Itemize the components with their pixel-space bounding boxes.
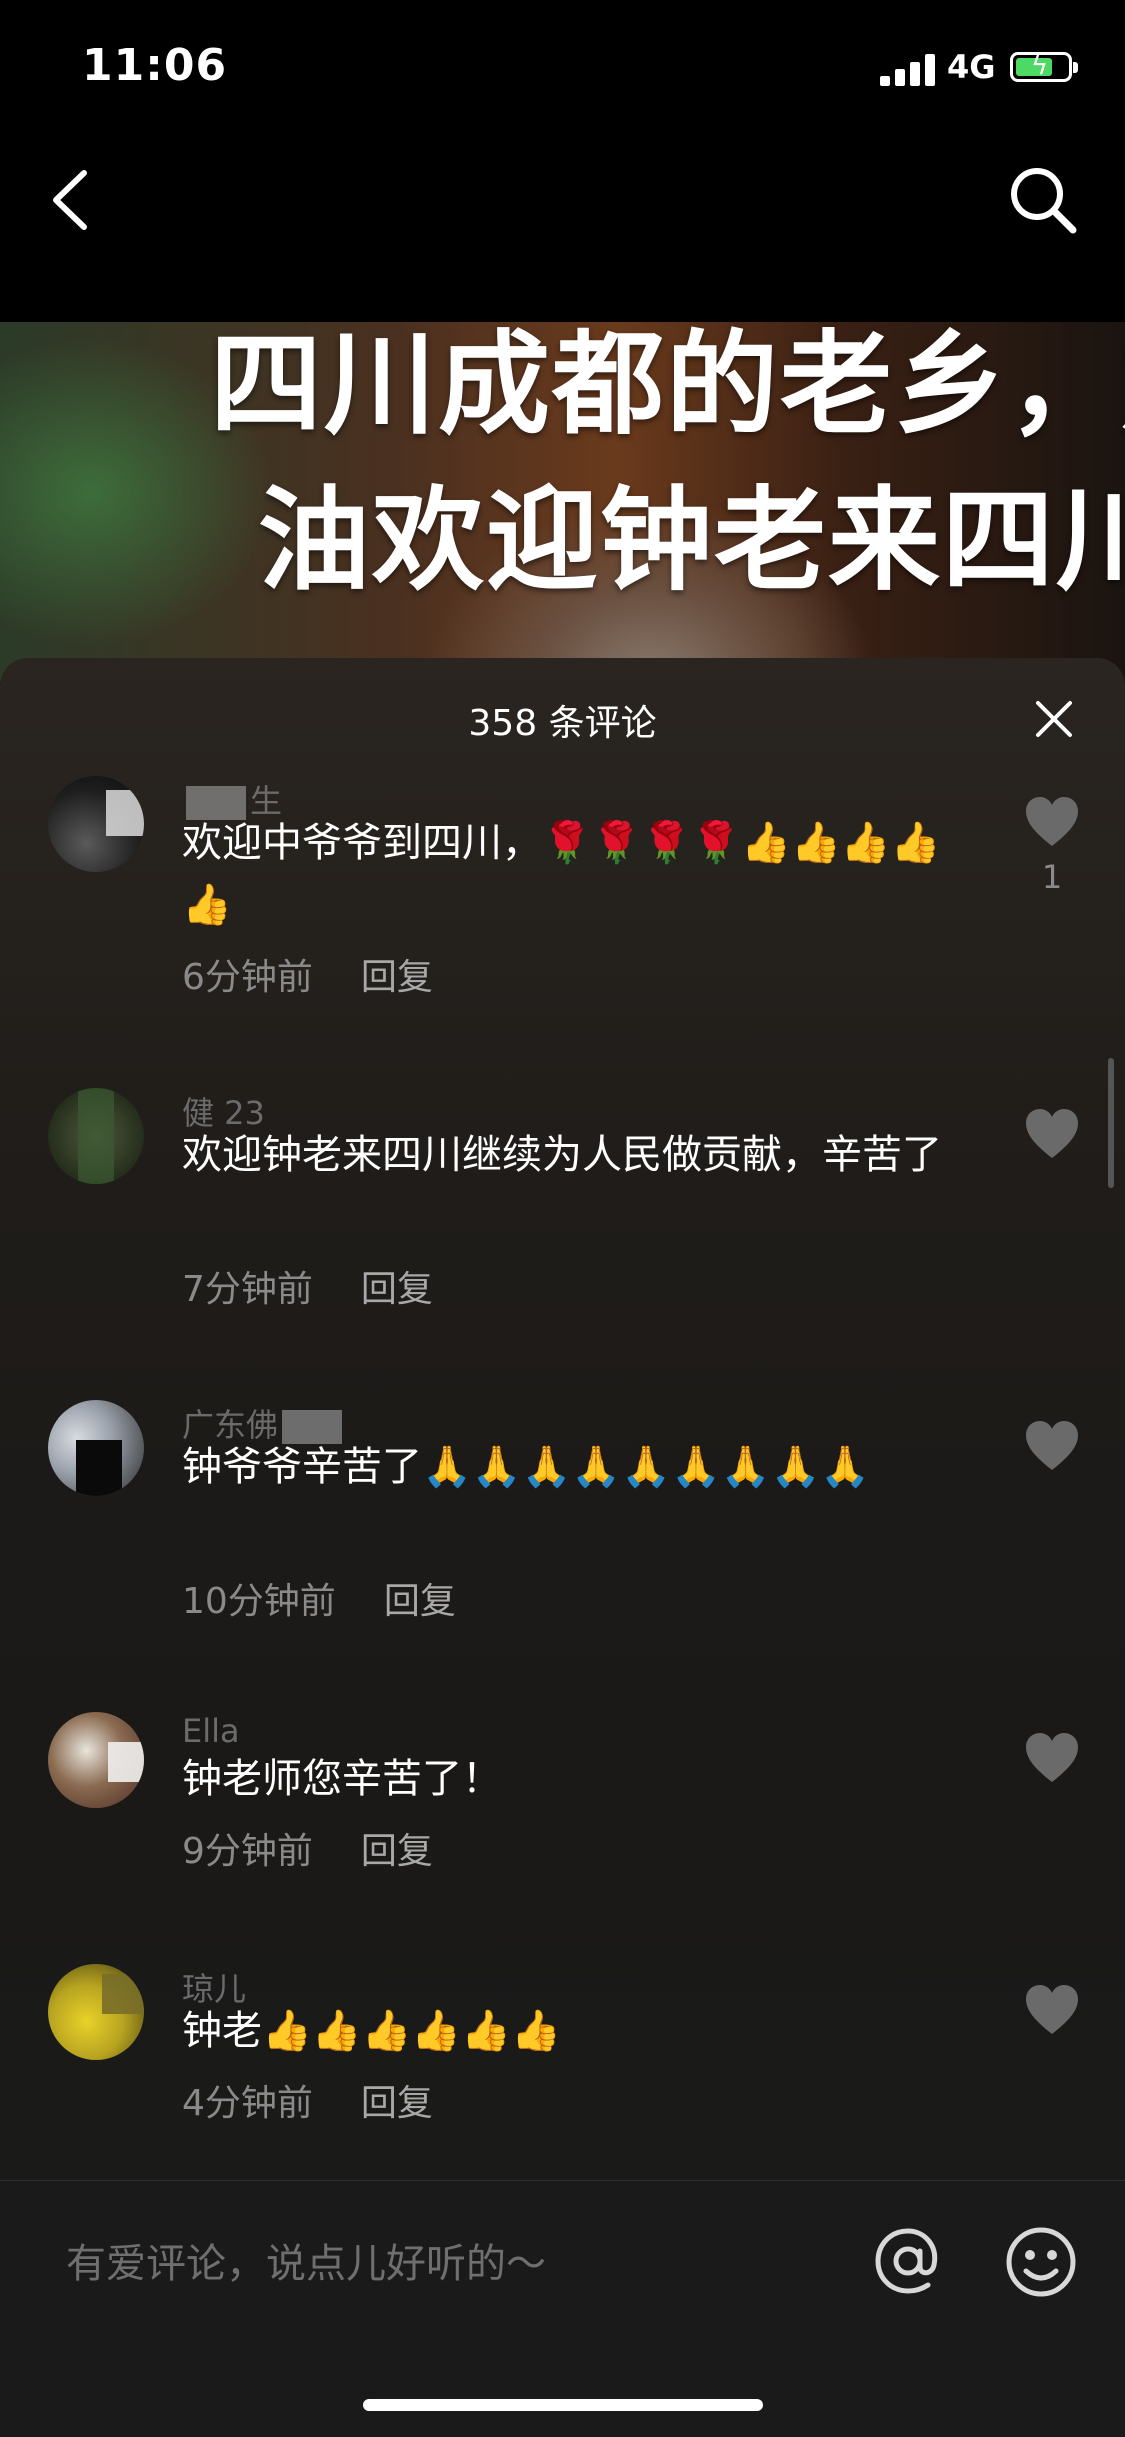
reply-button[interactable]: 回复 — [361, 2083, 433, 2124]
emoji-button[interactable] — [1004, 2225, 1078, 2299]
signal-icon — [880, 54, 936, 86]
comment-meta: 6分钟前 回复 — [182, 948, 433, 1000]
at-mention-button[interactable] — [872, 2225, 944, 2297]
heart-icon[interactable] — [1024, 1420, 1080, 1472]
network-type: 4G — [947, 48, 996, 86]
video-caption-line-1: 四川成都的老乡，加 — [210, 322, 1125, 450]
comment-item[interactable]: Ella 钟老师您辛苦了！ 9分钟前 回复 — [0, 1712, 1125, 1902]
comment-text: 钟老师您辛苦了！ — [182, 1756, 502, 1802]
comments-count-title: 358 条评论 — [468, 703, 657, 744]
avatar[interactable] — [48, 1712, 144, 1808]
reply-button[interactable]: 回复 — [361, 1831, 433, 1872]
like-count: 1 — [1041, 858, 1063, 896]
avatar[interactable] — [48, 1964, 144, 2060]
comment-item[interactable]: 广东佛 钟爷爷辛苦了🙏🙏🙏🙏🙏🙏🙏🙏🙏 10分钟前 回复 — [0, 1400, 1125, 1650]
search-button[interactable] — [1005, 162, 1080, 237]
avatar[interactable] — [48, 776, 144, 872]
battery-icon: ϟ — [1010, 51, 1078, 82]
comment-meta: 9分钟前 回复 — [182, 1822, 433, 1874]
comment-text: 钟老👍👍👍👍👍👍 — [182, 2008, 561, 2054]
comment-meta: 10分钟前 回复 — [182, 1572, 456, 1624]
comment-item[interactable]: 健 23 欢迎钟老来四川继续为人民做贡献，辛苦了 7分钟前 回复 — [0, 1088, 1125, 1338]
comment-time: 7分钟前 — [182, 1269, 313, 1310]
back-button[interactable] — [46, 165, 106, 235]
heart-icon[interactable] — [1024, 1108, 1080, 1160]
comment-meta: 4分钟前 回复 — [182, 2074, 433, 2126]
comment-time: 4分钟前 — [182, 2083, 313, 2124]
close-button[interactable] — [1033, 698, 1075, 740]
status-time: 11:06 — [82, 40, 228, 91]
comment-text: 欢迎钟老来四川继续为人民做贡献，辛苦了 — [182, 1132, 942, 1178]
heart-icon[interactable] — [1024, 1984, 1080, 2036]
reply-button[interactable]: 回复 — [361, 1269, 433, 1310]
status-bar: 11:06 4G ϟ — [0, 0, 1125, 130]
home-indicator[interactable] — [363, 2399, 763, 2411]
comment-time: 9分钟前 — [182, 1831, 313, 1872]
video-caption-line-2: 油欢迎钟老来四川 — [258, 476, 1125, 606]
comment-meta: 7分钟前 回复 — [182, 1260, 433, 1312]
reply-button[interactable]: 回复 — [361, 957, 433, 998]
reply-button[interactable]: 回复 — [384, 1581, 456, 1622]
heart-icon[interactable] — [1024, 1732, 1080, 1784]
comment-username[interactable]: Ella — [182, 1712, 240, 1750]
comments-panel: 358 条评论 生 欢迎中爷爷到四川，🌹🌹🌹🌹👍👍👍👍👍 6分钟前 回复 1 健 … — [0, 658, 1125, 2436]
comment-time: 6分钟前 — [182, 957, 313, 998]
comment-time: 10分钟前 — [182, 1581, 336, 1622]
avatar[interactable] — [48, 1400, 144, 1496]
comment-item[interactable]: 生 欢迎中爷爷到四川，🌹🌹🌹🌹👍👍👍👍👍 6分钟前 回复 1 — [0, 776, 1125, 1026]
comment-input[interactable]: 有爱评论，说点儿好听的～ — [66, 2231, 546, 2289]
avatar[interactable] — [48, 1088, 144, 1184]
video-background[interactable]: 四川成都的老乡，加 油欢迎钟老来四川 — [0, 322, 1125, 682]
heart-icon[interactable] — [1024, 796, 1080, 848]
scrollbar[interactable] — [1108, 1058, 1114, 1188]
comment-text: 欢迎中爷爷到四川，🌹🌹🌹🌹👍👍👍👍👍 — [182, 820, 941, 928]
comment-text: 钟爷爷辛苦了🙏🙏🙏🙏🙏🙏🙏🙏🙏 — [182, 1444, 871, 1490]
comment-item[interactable]: 琼儿 钟老👍👍👍👍👍👍 4分钟前 回复 — [0, 1964, 1125, 2154]
